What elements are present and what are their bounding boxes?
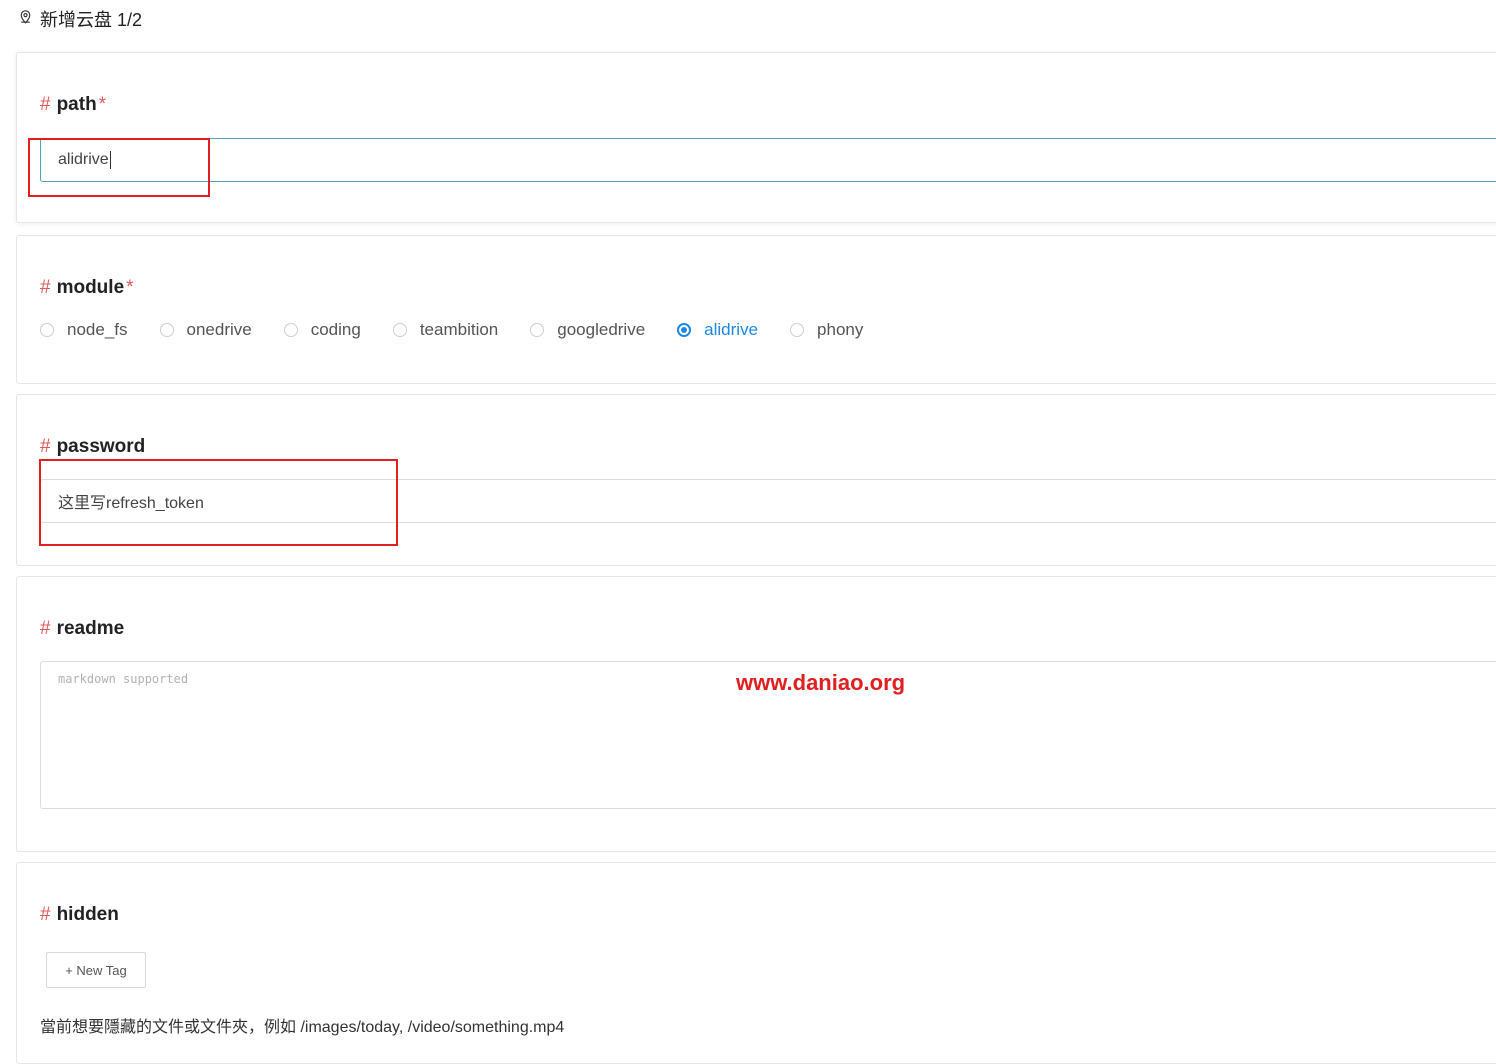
radio-circle[interactable]	[790, 323, 805, 337]
annotation-box-password	[39, 459, 398, 546]
path-label: # path *	[40, 94, 107, 115]
hidden-hint: 當前想要隱藏的文件或文件夾，例如 /images/today, /video/s…	[40, 1019, 565, 1036]
module-card: # module * node_fs onedrive coding teambit…	[16, 235, 1496, 384]
map-pin-icon	[17, 8, 34, 30]
radio-circle[interactable]	[159, 323, 174, 337]
page-header: 新增云盘 1/2	[17, 6, 142, 32]
watermark: www.daniao.org	[736, 670, 906, 695]
module-radio-group: node_fs onedrive coding teambition googl…	[40, 320, 895, 340]
module-option-onedrive[interactable]: onedrive	[159, 320, 252, 340]
radio-circle[interactable]	[40, 323, 54, 337]
module-option-teambition[interactable]: teambition	[392, 320, 498, 340]
annotation-box-path	[28, 138, 210, 197]
hash-mark: #	[40, 277, 51, 298]
radio-circle-selected[interactable]	[677, 323, 692, 337]
path-input[interactable]: alidrive	[40, 138, 1496, 182]
module-option-phony[interactable]: phony	[790, 320, 863, 340]
module-option-alidrive[interactable]: alidrive	[677, 320, 758, 340]
module-option-coding[interactable]: coding	[283, 320, 361, 340]
readme-label: # readme	[40, 618, 125, 639]
hidden-label: # hidden	[40, 904, 119, 925]
hash-mark: #	[40, 436, 51, 457]
radio-circle[interactable]	[392, 323, 407, 337]
new-tag-button[interactable]: + New Tag	[46, 952, 146, 988]
page-title: 新增云盘 1/2	[40, 10, 143, 30]
module-option-googledrive[interactable]: googledrive	[530, 320, 645, 340]
password-label: # password	[40, 436, 146, 457]
path-card: # path * alidrive	[16, 52, 1496, 223]
hash-mark: #	[40, 618, 51, 639]
radio-circle[interactable]	[530, 323, 545, 337]
readme-card: # readme markdown supported	[16, 576, 1496, 852]
hash-mark: #	[40, 904, 51, 925]
module-label: # module *	[40, 277, 134, 298]
radio-circle[interactable]	[283, 323, 298, 337]
hash-mark: #	[40, 94, 51, 115]
module-option-node-fs[interactable]: node_fs	[40, 320, 128, 340]
hidden-card: # hidden + New Tag 當前想要隱藏的文件或文件夾，例如 /imag…	[16, 862, 1496, 1064]
